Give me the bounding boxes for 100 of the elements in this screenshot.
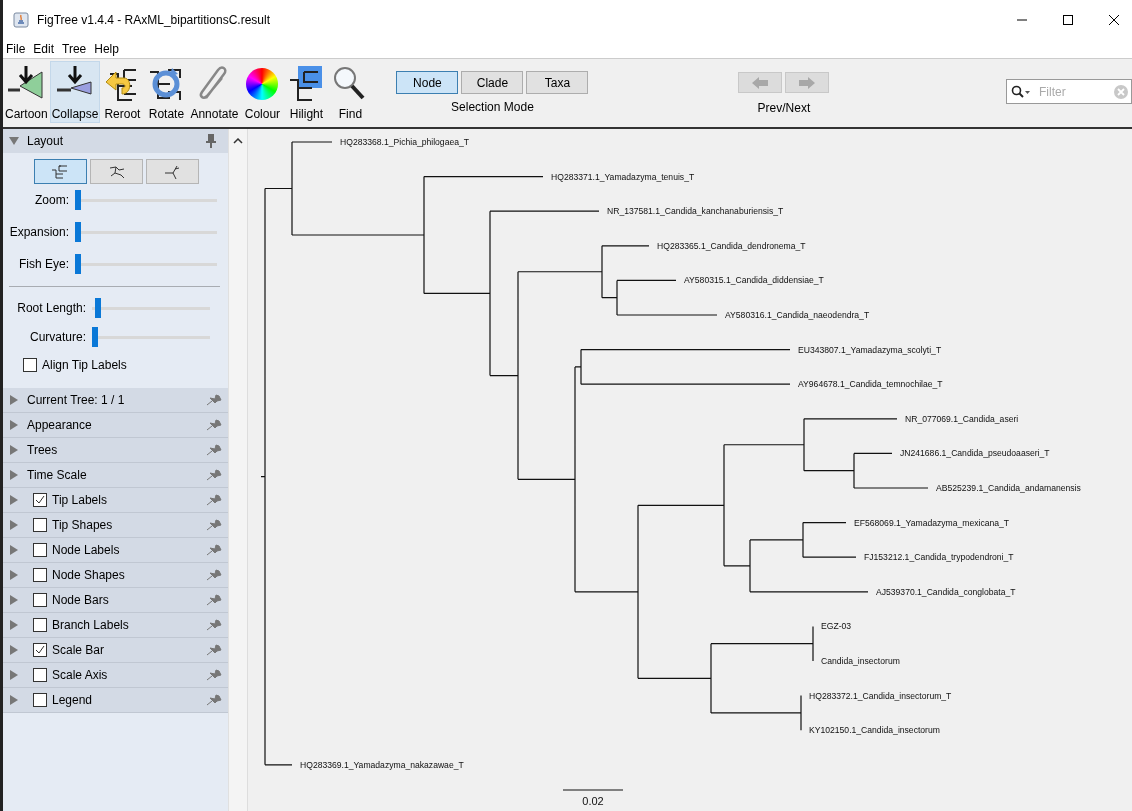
expand-triangle-icon — [9, 645, 19, 655]
slider-label: Expansion: — [8, 225, 69, 239]
panel-header[interactable]: Node Labels — [3, 538, 228, 563]
checkbox[interactable] — [33, 543, 47, 557]
tip-label[interactable]: HQ283371.1_Yamadazyma_tenuis_T — [551, 171, 695, 182]
panel-header[interactable]: Node Shapes — [3, 563, 228, 588]
panel-header[interactable]: Branch Labels — [3, 613, 228, 638]
checkbox[interactable] — [33, 593, 47, 607]
panel-header[interactable]: Node Bars — [3, 588, 228, 613]
panel-title: Node Bars — [52, 593, 109, 607]
expand-triangle-icon — [9, 545, 19, 555]
tip-label[interactable]: NR_137581.1_Candida_kanchanaburiensis_T — [607, 206, 784, 217]
slider-label: Zoom: — [34, 193, 69, 207]
panel-header[interactable]: Tip Labels — [3, 488, 228, 513]
scroll-up-icon — [233, 138, 243, 144]
pin-icon[interactable] — [206, 134, 216, 148]
toolbar-button[interactable]: Collapse — [49, 61, 101, 123]
tip-label[interactable]: AY964678.1_Candida_temnochilae_T — [798, 379, 943, 390]
panel-title: Current Tree: 1 / 1 — [27, 393, 125, 407]
left-arrow-icon — [752, 76, 769, 89]
sidebar-scrollbar[interactable] — [228, 129, 248, 811]
checkbox[interactable] — [33, 643, 47, 657]
toolbar-button[interactable]: Rotate — [144, 61, 189, 123]
pin-icon[interactable] — [206, 569, 222, 581]
tip-label[interactable]: EF568069.1_Yamadazyma_mexicana_T — [854, 517, 1010, 528]
tip-label[interactable]: Candida_insectorum — [821, 656, 900, 666]
pin-icon[interactable] — [206, 669, 222, 681]
expand-triangle-icon — [9, 395, 19, 405]
layout-type-button[interactable] — [34, 159, 87, 184]
toolbar-button[interactable]: Cartoon — [3, 61, 50, 123]
selection-mode-button[interactable]: Clade — [461, 71, 524, 94]
filter-field[interactable]: Filter — [1006, 79, 1132, 104]
expand-triangle-icon — [9, 520, 19, 530]
toolbar-button[interactable]: Find — [328, 61, 373, 123]
tip-label[interactable]: HQ283365.1_Candida_dendronema_T — [657, 240, 806, 251]
panel-header[interactable]: Trees — [3, 438, 228, 463]
panel-header[interactable]: Appearance — [3, 413, 228, 438]
panel-header[interactable]: Current Tree: 1 / 1 — [3, 388, 228, 413]
tip-label[interactable]: HQ283368.1_Pichia_philogaea_T — [340, 137, 469, 147]
checkbox[interactable] — [33, 518, 47, 532]
tip-label[interactable]: NR_077069.1_Candida_aseri — [905, 413, 1019, 424]
tip-label[interactable]: HQ283369.1_Yamadazyma_nakazawae_T — [300, 759, 464, 770]
panel-header[interactable]: Scale Axis — [3, 663, 228, 688]
pin-icon[interactable] — [206, 469, 222, 481]
maximize-icon[interactable] — [1062, 14, 1074, 26]
tip-label[interactable]: HQ283372.1_Candida_insectorum_T — [809, 690, 952, 701]
pin-icon[interactable] — [206, 519, 222, 531]
checkbox-label: Align Tip Labels — [42, 358, 127, 372]
expand-triangle-icon — [9, 470, 19, 480]
pin-icon[interactable] — [206, 644, 222, 656]
tip-label[interactable]: AJ539370.1_Candida_conglobata_T — [876, 586, 1016, 597]
slider-label: Root Length: — [16, 300, 86, 315]
panel-header[interactable]: Time Scale — [3, 463, 228, 488]
pin-icon[interactable] — [206, 619, 222, 631]
panel-header[interactable]: Scale Bar — [3, 638, 228, 663]
pin-icon[interactable] — [206, 694, 222, 706]
tip-label[interactable]: AY580316.1_Candida_naeodendra_T — [725, 310, 870, 320]
layout-type-button[interactable] — [146, 159, 199, 184]
pin-icon[interactable] — [206, 419, 222, 431]
tip-label[interactable]: JN241686.1_Candida_pseudoaaseri_T — [900, 448, 1050, 459]
checkbox[interactable] — [33, 668, 47, 682]
expand-triangle-icon — [9, 670, 19, 680]
panel-title: Scale Bar — [52, 643, 105, 657]
checkbox[interactable] — [33, 493, 47, 507]
tip-label[interactable]: FJ153212.1_Candida_trypodendroni_T — [864, 552, 1014, 563]
tip-label[interactable]: AB525239.1_Candida_andamanensis — [936, 483, 1081, 493]
panel-title: Branch Labels — [52, 618, 129, 632]
selection-mode-button[interactable]: Taxa — [526, 71, 589, 94]
pin-icon[interactable] — [206, 594, 222, 606]
panel-header[interactable]: Legend — [3, 688, 228, 713]
tip-label[interactable]: EU343807.1_Yamadazyma_scolyti_T — [798, 344, 942, 355]
menu-item[interactable]: Tree — [62, 42, 87, 56]
menu-item[interactable]: File — [6, 42, 26, 56]
layout-panel-header[interactable]: Layout — [3, 129, 228, 153]
toolbar-button[interactable]: Colour — [240, 61, 285, 123]
pin-icon[interactable] — [206, 394, 222, 406]
pin-icon[interactable] — [206, 494, 222, 506]
checkbox[interactable] — [33, 693, 47, 707]
panel-title: Scale Axis — [52, 668, 108, 682]
tip-label[interactable]: KY102150.1_Candida_insectorum — [809, 725, 940, 736]
menu-item[interactable]: Edit — [33, 42, 55, 56]
layout-type-button[interactable] — [90, 159, 143, 184]
pin-icon[interactable] — [206, 444, 222, 456]
close-icon[interactable] — [1108, 14, 1120, 26]
toolbar-button[interactable]: Reroot — [100, 61, 145, 123]
tip-label[interactable]: EGZ-03 — [821, 621, 852, 632]
panel-header[interactable]: Tip Shapes — [3, 513, 228, 538]
checkbox[interactable] — [33, 568, 47, 582]
pin-icon[interactable] — [206, 544, 222, 556]
expand-triangle-icon — [9, 570, 19, 580]
toolbar-button[interactable]: Hilight — [284, 61, 329, 123]
tip-label[interactable]: AY580315.1_Candida_diddensiae_T — [684, 275, 824, 286]
toolbar-button[interactable]: Annotate — [188, 61, 241, 123]
slider-label: Fish Eye: — [18, 257, 69, 271]
selection-mode-button[interactable]: Node — [396, 71, 459, 94]
checkbox[interactable] — [33, 618, 47, 632]
slider-label: Curvature: — [28, 329, 86, 344]
expand-triangle-icon — [9, 420, 19, 430]
menu-item[interactable]: Help — [94, 42, 119, 56]
checkbox[interactable] — [23, 358, 37, 372]
